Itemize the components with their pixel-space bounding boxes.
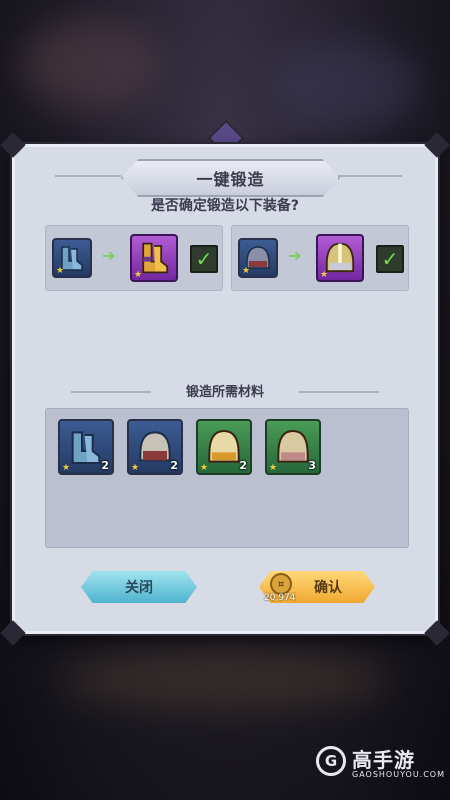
materials-title: 锻造所需材料 [185, 385, 264, 400]
watermark-url: GAOSHOUYOU.COM [352, 770, 446, 779]
dialog-corner [0, 620, 26, 646]
title-divider-right [336, 175, 402, 177]
material-count: 3 [308, 459, 316, 472]
upgrade-arrow-icon: ➔ [102, 246, 116, 265]
watermark-logo-icon: G [316, 746, 346, 776]
helmet-source-icon: ★ [238, 238, 278, 278]
coin-icon: ¤ [270, 573, 292, 595]
star-icon: ★ [62, 463, 71, 473]
star-icon: ★ [134, 270, 143, 280]
watermark-brand: 高手游 [352, 748, 415, 772]
material-count: 2 [239, 459, 247, 472]
star-icon: ★ [131, 463, 140, 473]
title-divider-left [55, 175, 121, 177]
material-count: 2 [101, 459, 109, 472]
upgrade-row-boots: ★ ➔ ★ ✓ [45, 225, 223, 291]
boots-result-icon: ★ [130, 234, 178, 282]
star-icon: ★ [242, 266, 251, 276]
background-blur [270, 40, 420, 130]
star-icon: ★ [56, 266, 65, 276]
confirm-question: 是否确定锻造以下装备? [150, 198, 300, 214]
star-icon: ★ [269, 463, 278, 473]
forge-dialog: 一键锻造 是否确定锻造以下装备? ★ ➔ ★ ✓ ★ ➔ ★ ✓ 锻造所需材料 [0, 132, 450, 646]
dialog-corner [0, 132, 26, 158]
dialog-corner [424, 620, 450, 646]
background-blur [60, 650, 390, 710]
dialog-corner [424, 132, 450, 158]
upgrade-row-helmet: ★ ➔ ★ ✓ [231, 225, 409, 291]
forge-cost: 20,974 [264, 593, 296, 603]
material-helmet-icon[interactable]: ★ 2 [196, 419, 252, 475]
upgrade-checkbox[interactable]: ✓ [376, 245, 404, 273]
confirm-label: 确认 [314, 580, 342, 596]
star-icon: ★ [200, 463, 209, 473]
boots-source-icon: ★ [52, 238, 92, 278]
upgrade-arrow-icon: ➔ [288, 246, 302, 265]
materials-panel: ★ 2 ★ 2 ★ 2 ★ 3 [45, 408, 409, 548]
material-boots-icon[interactable]: ★ 2 [58, 419, 114, 475]
star-icon: ★ [320, 270, 329, 280]
helmet-result-icon: ★ [316, 234, 364, 282]
material-count: 2 [170, 459, 178, 472]
upgrade-checkbox[interactable]: ✓ [190, 245, 218, 273]
dialog-title: 一键锻造 [121, 159, 340, 197]
background-blur [20, 20, 160, 110]
material-helmet-icon[interactable]: ★ 3 [265, 419, 321, 475]
material-helmet-icon[interactable]: ★ 2 [127, 419, 183, 475]
close-button[interactable]: 关闭 [81, 571, 197, 603]
